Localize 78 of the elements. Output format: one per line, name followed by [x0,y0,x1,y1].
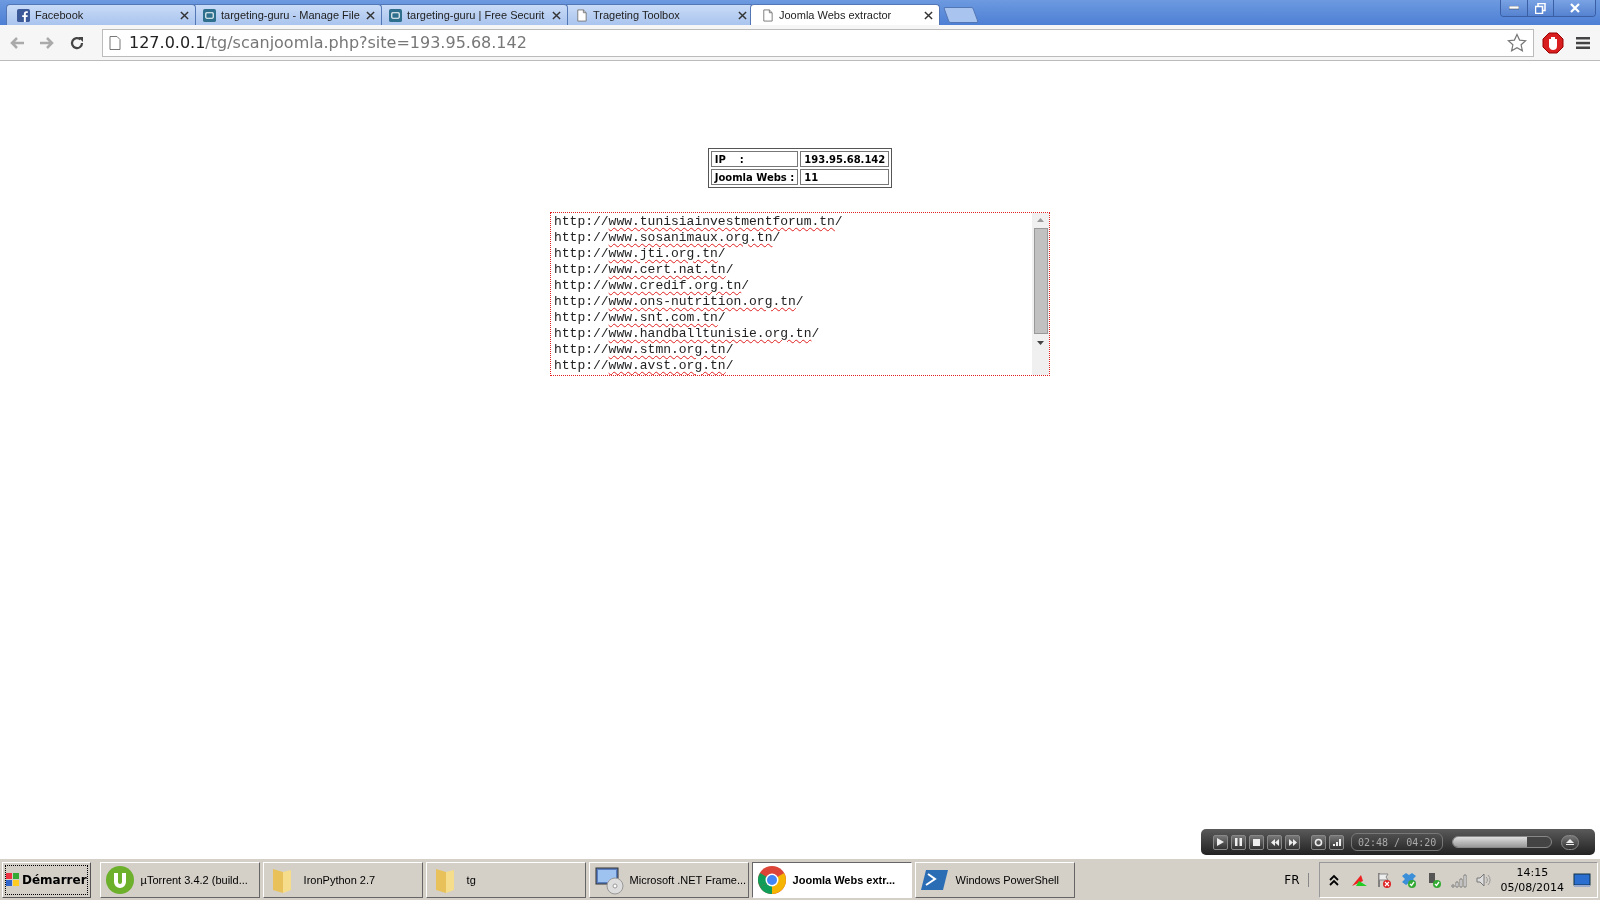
show-desktop-icon[interactable] [1573,871,1591,888]
time-display: 02:48 / 04:20 [1351,833,1444,851]
repeat-icon [1314,837,1323,847]
pause-icon [1235,838,1242,846]
box-check-icon[interactable] [1400,871,1417,888]
minimize-icon [1509,6,1519,10]
url-line: http://www.handballtunisie.org.tn/ [554,326,821,342]
url-line: http://www.avst.org.tn/ [554,358,735,374]
address-bar[interactable]: 127.0.0.1/tg/scanjoomla.php?site=193.95.68.142 [102,28,1534,57]
chrome-icon [756,864,787,895]
taskbar-button[interactable]: tg [425,861,586,898]
url-line: http://www.ons-nutrition.org.tn/ [554,294,805,310]
close-icon[interactable] [924,10,933,20]
facebook-icon [17,8,30,22]
pause-button[interactable] [1231,834,1246,850]
new-tab-button[interactable] [943,7,979,23]
fast-forward-button[interactable] [1285,834,1300,850]
taskbar-button[interactable]: IronPython 2.7 [262,861,423,898]
site-logo-icon [389,8,402,22]
url-line: http://www.cert.nat.tn/ [554,262,735,278]
star-icon[interactable] [1507,32,1527,53]
restore-icon [1535,2,1546,14]
page-icon [575,8,588,22]
table-value: 193.95.68.142 [800,151,890,167]
url-line: http://www.snt.com.tn/ [554,310,727,326]
close-button[interactable] [1553,0,1595,16]
scroll-down-icon[interactable] [1037,340,1044,345]
browser-tab[interactable]: Joomla Webs extractor [750,4,940,25]
stop-icon [1253,838,1260,846]
speaker-icon[interactable] [1475,871,1492,888]
scrollbar[interactable] [1032,213,1049,375]
page-icon [761,8,774,22]
close-icon[interactable] [738,10,747,20]
close-icon[interactable] [366,10,375,20]
close-icon[interactable] [552,10,561,20]
close-icon [1569,3,1580,13]
equalizer-button[interactable] [1329,834,1344,850]
eject-button[interactable] [1561,834,1580,850]
back-arrow-icon [9,35,25,50]
forward-arrow-icon [39,35,55,50]
url-textarea[interactable] [550,212,1050,376]
volume-slider[interactable] [1452,836,1553,848]
play-button[interactable] [1213,834,1228,850]
taskbar-button[interactable]: Joomla Webs extr... [751,861,912,898]
table-label: Joomla Webs : [710,169,799,185]
reload-icon [69,34,85,51]
start-button[interactable]: Démarrer [2,861,91,898]
close-icon[interactable] [180,10,189,20]
eject-icon [1566,839,1575,845]
site-logo-icon [203,8,216,22]
taskbar-button[interactable]: Windows PowerShell [914,861,1075,898]
table-label: IP : [710,151,799,167]
flag-error-icon[interactable] [1375,871,1392,888]
url-line: http://www.jti.org.tn/ [554,246,727,262]
table-value: 11 [800,169,890,185]
browser-tab[interactable]: Facebook [6,4,196,25]
rewind-button[interactable] [1267,834,1282,850]
language-indicator[interactable]: FR [1284,872,1309,887]
windows-logo-icon [6,872,20,887]
minimize-button[interactable] [1501,0,1527,16]
url-line: http://www.credif.org.tn/ [554,278,751,294]
bars-icon [1332,838,1341,846]
clock[interactable]: 14:15 05/08/2014 [1500,864,1564,895]
play-icon [1217,838,1224,846]
taskbar-button[interactable]: µTorrent 3.4.2 (build... [99,861,260,898]
url-line: http://www.tunisiainvestmentforum.tn/ [554,214,844,230]
computer-cd-icon [593,864,624,895]
url-line: http://www.stmn.org.tn/ [554,342,735,358]
taskbar-button[interactable]: Microsoft .NET Frame... [588,861,749,898]
page-icon [109,35,121,50]
repeat-button[interactable] [1311,834,1326,850]
restore-button[interactable] [1527,0,1553,16]
rewind-icon [1270,838,1279,846]
stop-button[interactable] [1249,834,1264,850]
url-line: http://www.sosanimaux.org.tn/ [554,230,782,246]
menu-icon [1576,36,1590,49]
fast-forward-icon [1288,838,1297,846]
stop-hand-icon[interactable] [1542,31,1564,54]
